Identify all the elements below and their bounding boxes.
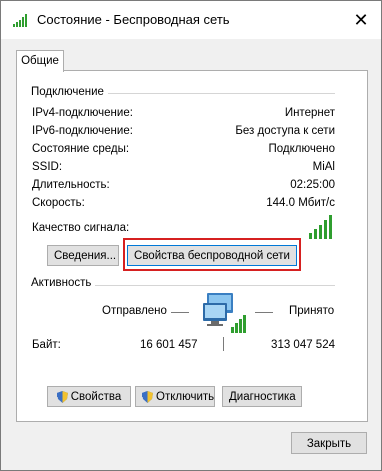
signal-bar-3 — [319, 225, 322, 239]
signal-bar-2 — [314, 229, 317, 239]
media-state-value: Подключено — [268, 143, 336, 155]
shield-icon — [142, 390, 153, 403]
ipv4-label: IPv4-подключение: — [32, 107, 133, 119]
wifi-signal-icon — [13, 14, 27, 27]
signal-bar-5 — [329, 215, 332, 239]
duration-label: Длительность: — [32, 179, 110, 191]
duration-value: 02:25:00 — [290, 179, 335, 191]
ipv4-value: Интернет — [284, 107, 335, 119]
activity-connector-line — [223, 337, 224, 351]
close-window-button[interactable]: ✕ — [341, 1, 381, 39]
received-label: Принято — [289, 305, 335, 317]
ipv6-label: IPv6-подключение: — [32, 125, 133, 137]
window-title: Состояние - Беспроводная сеть — [37, 12, 230, 27]
sent-line — [171, 312, 189, 313]
activity-heading: Активность — [31, 277, 96, 289]
network-computers-icon — [203, 293, 246, 333]
ssid-value: MiAl — [312, 161, 335, 173]
status-window: Состояние - Беспроводная сеть ✕ Общие По… — [0, 0, 382, 471]
signal-quality-label: Качество сигнала: — [32, 222, 130, 234]
properties-button[interactable]: Свойства — [47, 386, 131, 407]
connection-heading: Подключение — [31, 86, 108, 98]
diagnose-button[interactable]: Диагностика — [222, 386, 302, 407]
speed-value: 144.0 Мбит/с — [266, 197, 335, 209]
wireless-properties-button[interactable]: Свойства беспроводной сети — [127, 245, 297, 266]
received-line — [255, 312, 273, 313]
disconnect-button-label: Отключить — [156, 391, 215, 403]
media-state-label: Состояние среды: — [32, 143, 130, 155]
details-button[interactable]: Сведения... — [47, 245, 119, 266]
ssid-label: SSID: — [32, 161, 63, 173]
title-bar[interactable]: Состояние - Беспроводная сеть ✕ — [1, 1, 381, 39]
signal-quality-icon — [309, 215, 335, 239]
shield-icon — [56, 390, 68, 403]
bytes-sent-value: 16 601 457 — [140, 339, 198, 351]
sent-label: Отправлено — [102, 305, 167, 317]
properties-button-label: Свойства — [70, 391, 122, 403]
close-icon: ✕ — [353, 9, 369, 30]
signal-bar-1 — [309, 233, 312, 239]
bytes-label: Байт: — [32, 339, 61, 351]
disconnect-button[interactable]: Отключить — [135, 386, 215, 407]
tab-general[interactable]: Общие — [16, 50, 64, 72]
ipv6-value: Без доступа к сети — [235, 125, 335, 137]
speed-label: Скорость: — [32, 197, 85, 209]
signal-bar-4 — [324, 220, 327, 239]
bytes-received-value: 313 047 524 — [271, 339, 335, 351]
close-button[interactable]: Закрыть — [291, 432, 367, 454]
